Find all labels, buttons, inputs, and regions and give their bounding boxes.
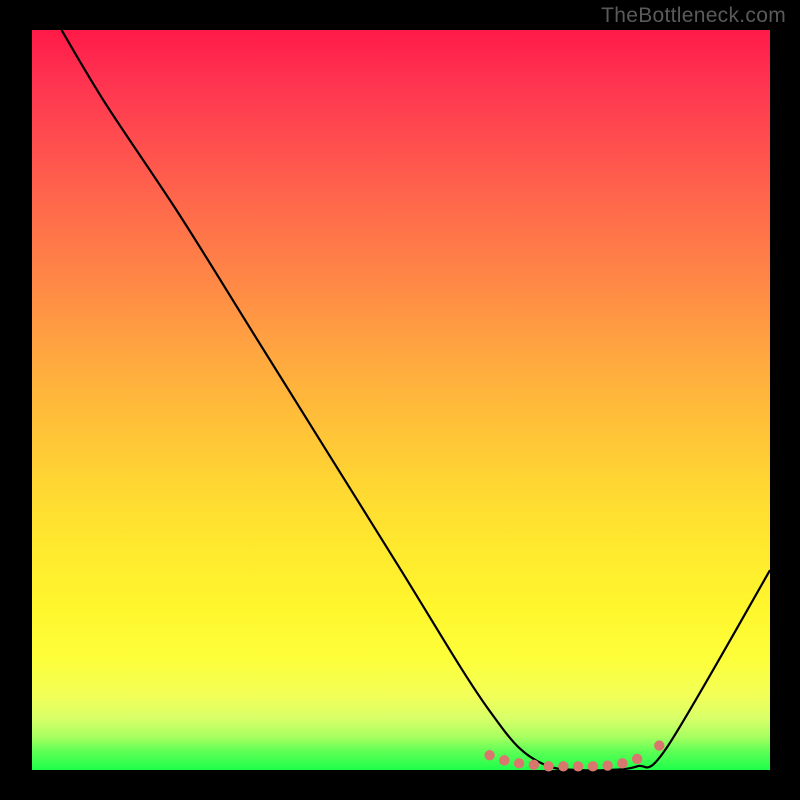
marker-dot	[514, 758, 524, 768]
marker-dot	[588, 761, 598, 771]
marker-dot	[543, 761, 553, 771]
watermark-text: TheBottleneck.com	[601, 4, 786, 28]
marker-dot	[654, 740, 664, 750]
bottleneck-curve	[62, 30, 770, 770]
marker-dot	[602, 760, 612, 770]
marker-dot	[573, 761, 583, 771]
marker-dot	[617, 758, 627, 768]
gradient-plot-area	[32, 30, 770, 770]
marker-dot	[529, 760, 539, 770]
marker-dot	[484, 750, 494, 760]
marker-dot	[499, 755, 509, 765]
marker-dot	[558, 761, 568, 771]
curve-svg	[32, 30, 770, 770]
marker-dot	[632, 754, 642, 764]
